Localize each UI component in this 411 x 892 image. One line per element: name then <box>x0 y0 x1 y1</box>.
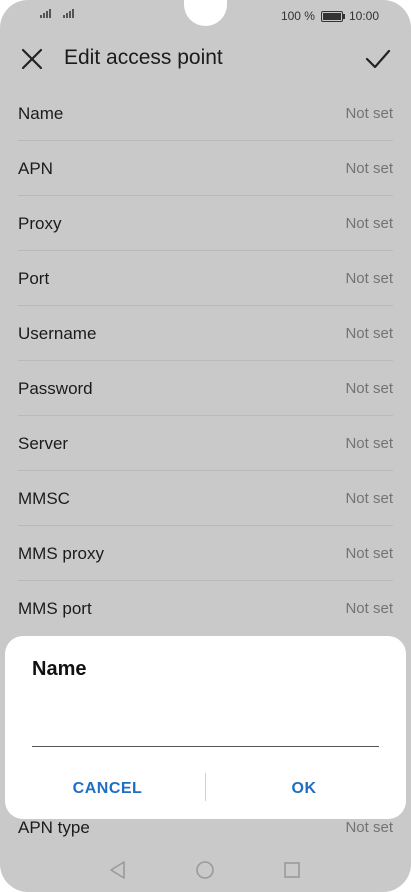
field-label: Username <box>18 324 97 343</box>
field-row-mms-port[interactable]: MMS port Not set <box>18 581 393 636</box>
field-value: Not set <box>345 270 393 287</box>
name-input[interactable] <box>32 714 379 747</box>
field-value: Not set <box>345 105 393 122</box>
status-right: 100 % 10:00 <box>281 9 379 23</box>
field-row-mmsc[interactable]: MMSC Not set <box>18 471 393 526</box>
field-row-server[interactable]: Server Not set <box>18 416 393 471</box>
phone-screen: 100 % 10:00 Edit access point Name Not s… <box>0 0 411 892</box>
field-row-username[interactable]: Username Not set <box>18 306 393 361</box>
field-row-name[interactable]: Name Not set <box>18 86 393 141</box>
close-icon[interactable] <box>18 45 46 73</box>
button-divider <box>205 773 206 801</box>
home-circle-icon[interactable] <box>194 859 216 881</box>
field-label: Proxy <box>18 214 62 233</box>
field-value: Not set <box>345 160 393 177</box>
field-value: Not set <box>345 435 393 452</box>
field-value: Not set <box>345 380 393 397</box>
field-value: Not set <box>345 325 393 342</box>
navigation-bar <box>0 852 411 892</box>
battery-icon <box>320 10 345 22</box>
field-label: MMS proxy <box>18 544 104 563</box>
field-value: Not set <box>345 490 393 507</box>
cancel-button[interactable]: CANCEL <box>35 774 180 804</box>
ok-button[interactable]: OK <box>230 774 378 804</box>
field-label: APN type <box>18 818 90 837</box>
field-label: Name <box>18 104 64 123</box>
field-row-password[interactable]: Password Not set <box>18 361 393 416</box>
back-triangle-icon[interactable] <box>107 859 129 881</box>
battery-percent: 100 % <box>280 9 315 23</box>
field-label: Port <box>18 269 50 288</box>
access-point-fields: Name Not set APN Not set Proxy Not set P… <box>0 86 411 636</box>
dialog-title: Name <box>32 658 87 680</box>
status-bar: 100 % 10:00 <box>0 0 411 32</box>
signal-icon <box>40 9 51 18</box>
field-label: MMS port <box>18 599 92 618</box>
field-value: Not set <box>345 215 393 232</box>
check-icon[interactable] <box>364 45 392 73</box>
page-title: Edit access point <box>64 46 223 69</box>
field-value: Not set <box>345 819 393 836</box>
field-label: MMSC <box>18 489 70 508</box>
field-row-apn[interactable]: APN Not set <box>18 141 393 196</box>
field-label: Server <box>18 434 69 453</box>
field-label: APN <box>18 159 53 178</box>
name-dialog: Name CANCEL OK <box>5 636 406 819</box>
field-label: Password <box>18 379 93 398</box>
field-value: Not set <box>345 545 393 562</box>
recents-square-icon[interactable] <box>281 859 303 881</box>
camera-notch <box>184 0 227 26</box>
field-row-mms-proxy[interactable]: MMS proxy Not set <box>18 526 393 581</box>
field-value: Not set <box>345 600 393 617</box>
signal-icon <box>63 9 74 18</box>
field-row-proxy[interactable]: Proxy Not set <box>18 196 393 251</box>
toolbar: Edit access point <box>0 32 411 86</box>
field-row-port[interactable]: Port Not set <box>18 251 393 306</box>
clock: 10:00 <box>348 9 379 23</box>
